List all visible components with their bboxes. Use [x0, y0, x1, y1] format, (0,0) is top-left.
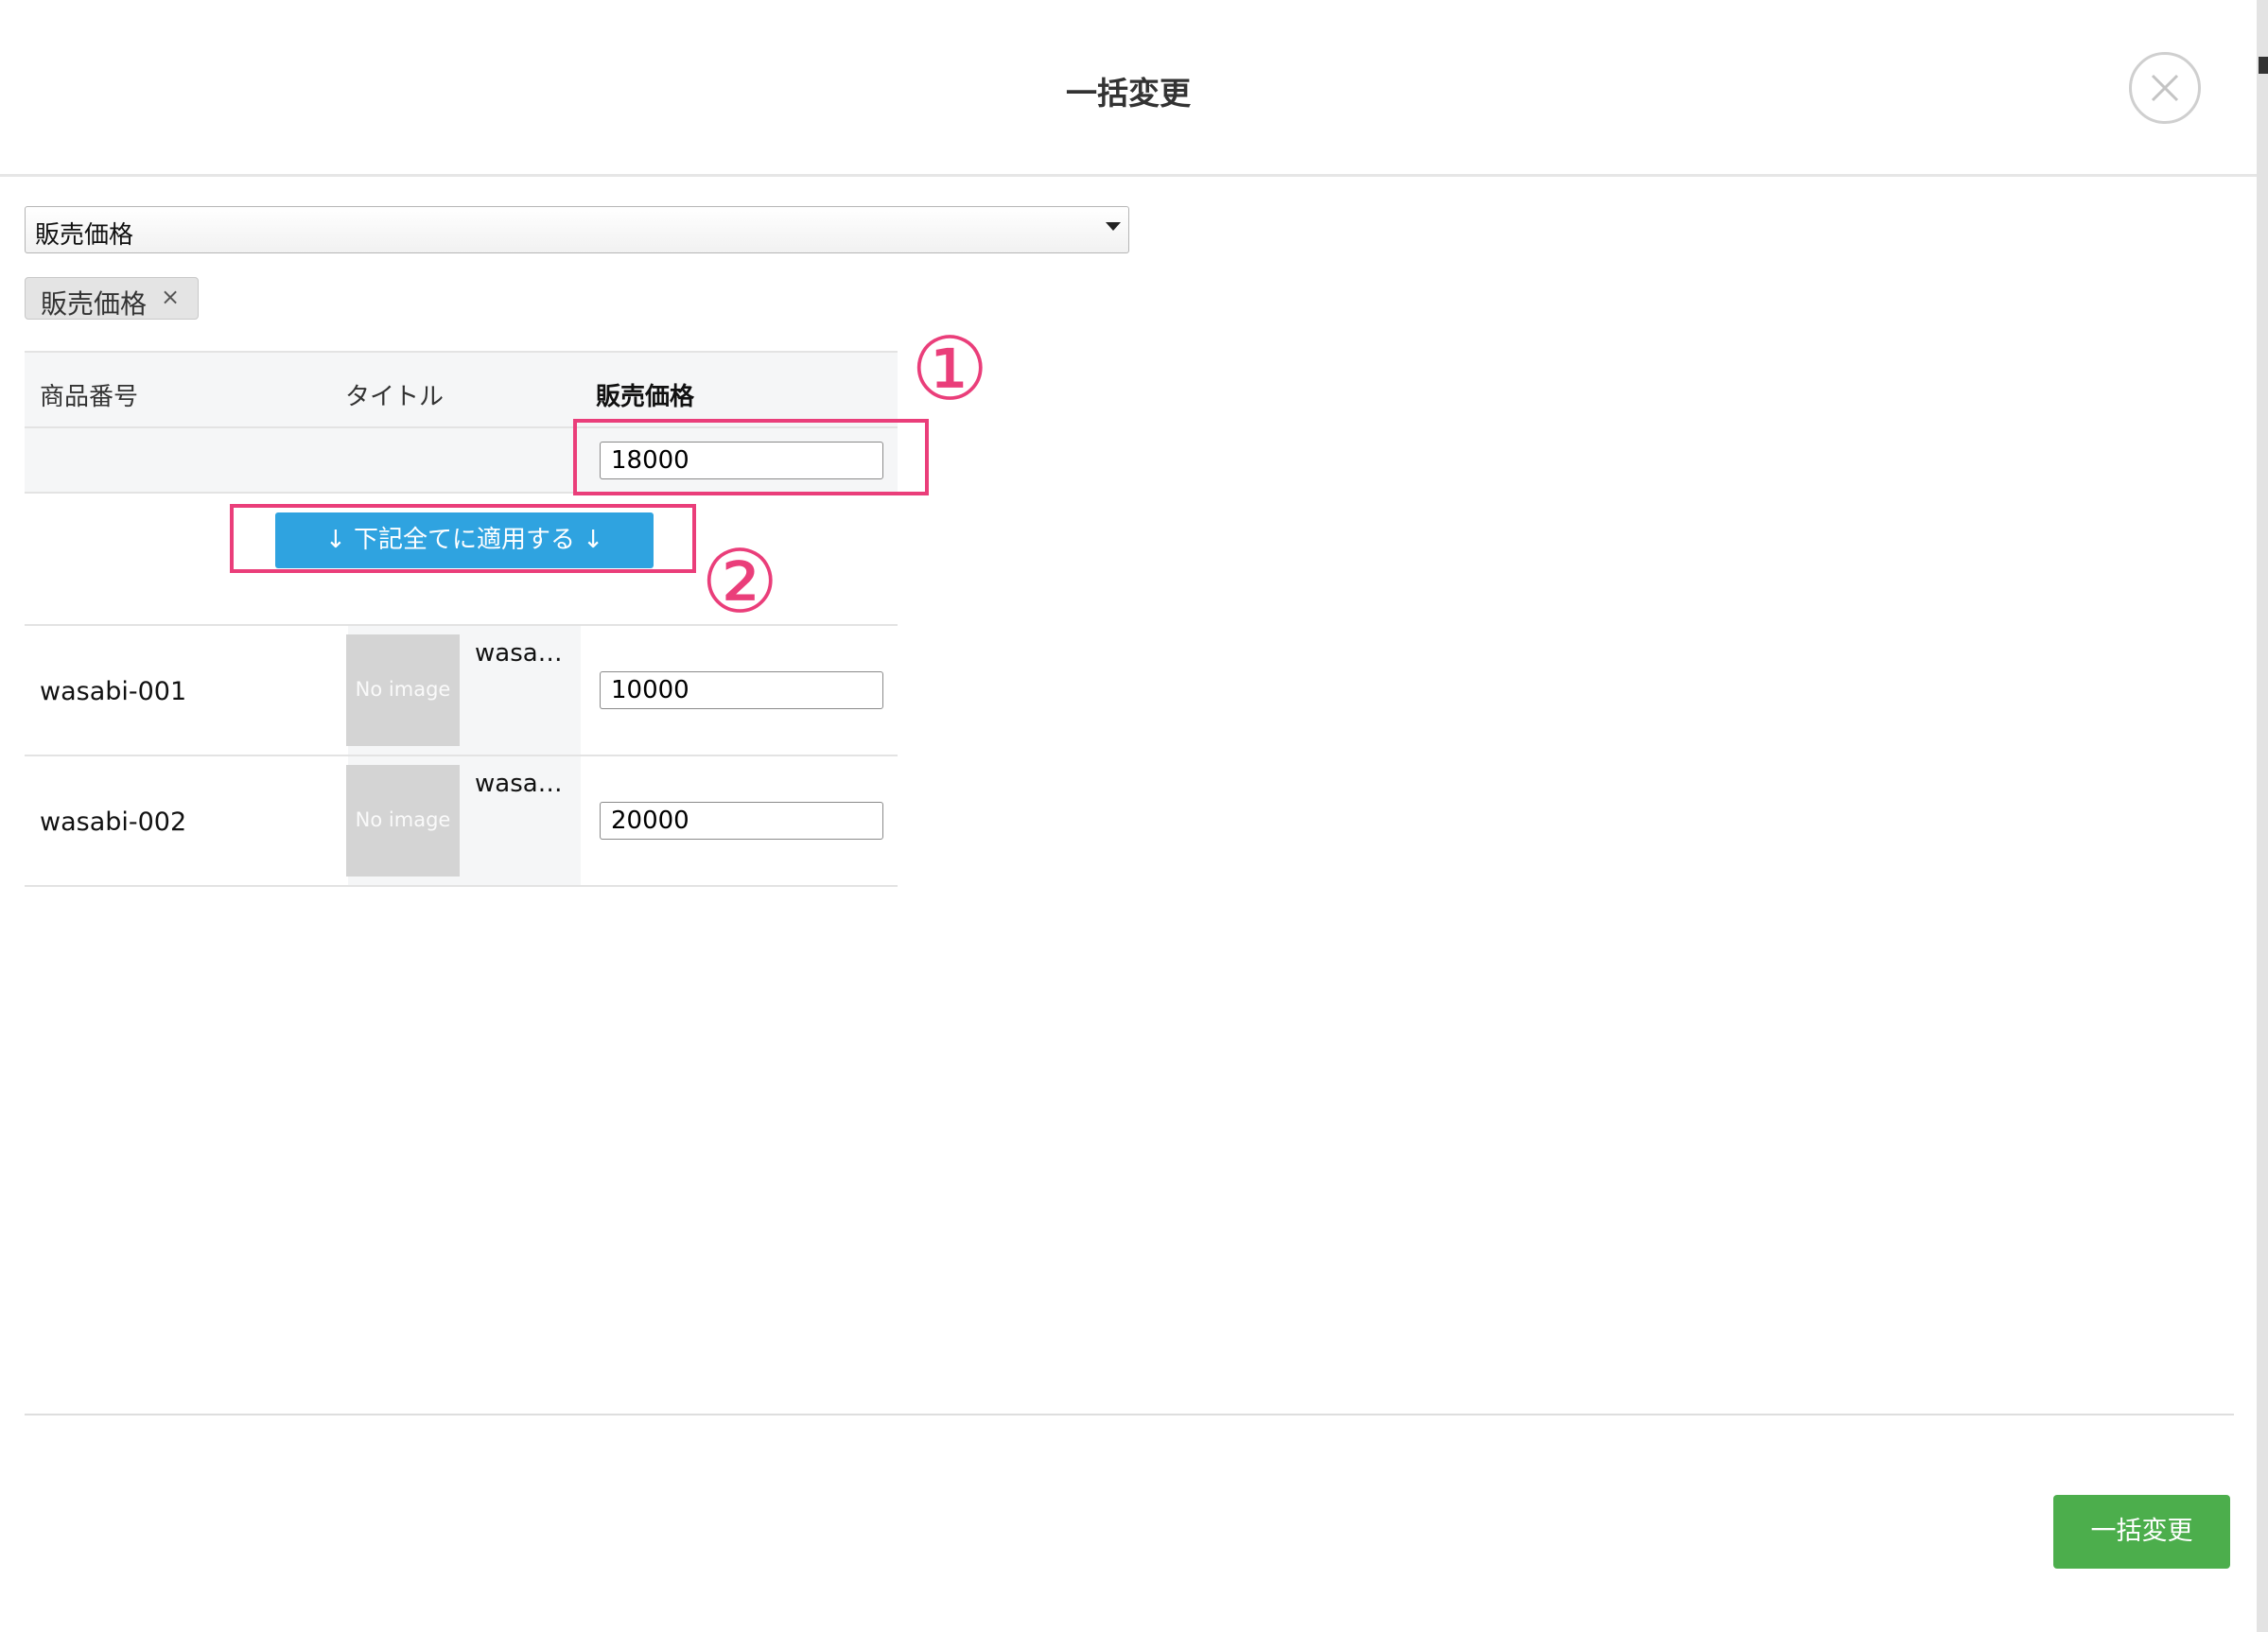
dialog-title: 一括変更	[1066, 75, 1191, 112]
header-divider	[0, 174, 2257, 177]
no-image-label: No image	[355, 808, 451, 831]
table-row: wasabi-002 No image wasa… 20000	[25, 756, 898, 887]
header-code: 商品番号	[40, 383, 139, 411]
product-thumbnail: No image	[346, 765, 460, 877]
product-code: wasabi-001	[40, 677, 187, 706]
product-thumbnail: No image	[346, 634, 460, 746]
annotation-number-1: ①	[911, 319, 989, 420]
window-edge	[2257, 0, 2268, 1632]
price-value: 20000	[611, 807, 689, 835]
price-input[interactable]: 10000	[600, 671, 883, 709]
product-code: wasabi-002	[40, 807, 187, 837]
chip-remove-icon[interactable]: ×	[161, 284, 180, 310]
close-icon	[2151, 74, 2179, 102]
price-value: 10000	[611, 676, 689, 704]
table-header: 商品番号 タイトル 販売価格	[25, 351, 898, 428]
selected-field-chip: 販売価格 ×	[25, 277, 199, 320]
annotation-box-1	[573, 419, 929, 495]
field-select[interactable]: 販売価格	[25, 206, 1129, 253]
field-select-value: 販売価格	[35, 221, 134, 250]
chip-label: 販売価格	[41, 288, 148, 320]
price-input[interactable]: 20000	[600, 802, 883, 840]
close-button[interactable]	[2129, 52, 2201, 124]
footer-divider	[25, 1414, 2234, 1415]
annotation-number-2: ②	[701, 531, 779, 633]
bulk-change-submit-button[interactable]: 一括変更	[2053, 1495, 2230, 1569]
product-title: wasa…	[475, 639, 563, 668]
table-row: wasabi-001 No image wasa… 10000	[25, 626, 898, 756]
header-price: 販売価格	[596, 383, 695, 411]
window-edge-mark	[2259, 57, 2268, 74]
annotation-box-2	[230, 504, 696, 573]
header-title: タイトル	[345, 383, 445, 411]
caret-down-icon	[1106, 222, 1121, 231]
no-image-label: No image	[355, 678, 451, 701]
dialog-header: 一括変更	[0, 0, 2257, 177]
product-title: wasa…	[475, 770, 563, 798]
